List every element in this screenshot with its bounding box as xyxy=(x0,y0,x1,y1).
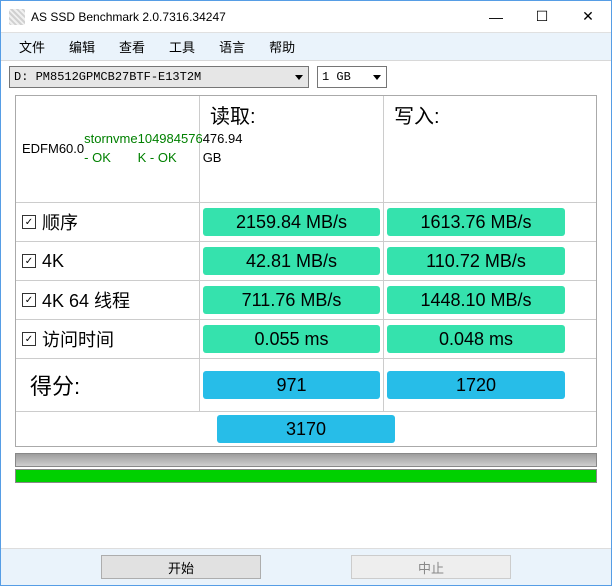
progress-bar-1 xyxy=(15,453,597,467)
access-checkbox[interactable]: ✓ xyxy=(22,332,36,346)
row-total: 3170 xyxy=(16,412,596,446)
row-seq: ✓ 顺序 2159.84 MB/s 1613.76 MB/s xyxy=(16,203,596,242)
seq-checkbox[interactable]: ✓ xyxy=(22,215,36,229)
seq-write: 1613.76 MB/s xyxy=(387,208,565,236)
size-select[interactable]: 1 GB xyxy=(317,66,387,88)
check-icon: ✓ xyxy=(25,295,33,306)
alignment-status: 104984576 K - OK xyxy=(138,130,203,168)
score-total: 3170 xyxy=(217,415,395,443)
app-icon xyxy=(9,9,25,25)
header-read: 读取: xyxy=(200,96,384,202)
menu-file[interactable]: 文件 xyxy=(7,34,57,59)
row-4k: ✓ 4K 42.81 MB/s 110.72 MB/s xyxy=(16,242,596,281)
minimize-button[interactable]: — xyxy=(473,2,519,32)
firmware: EDFM60.0 xyxy=(22,140,84,159)
progress-bar-2 xyxy=(15,469,597,483)
menu-language[interactable]: 语言 xyxy=(207,34,257,59)
app-window: AS SSD Benchmark 2.0.7316.34247 — ☐ ✕ 文件… xyxy=(0,0,612,586)
toolbar: D: PM8512GPMCB27BTF-E13T2M 1 GB xyxy=(1,61,611,93)
menu-view[interactable]: 查看 xyxy=(107,34,157,59)
check-icon: ✓ xyxy=(25,217,33,228)
menubar: 文件 编辑 查看 工具 语言 帮助 xyxy=(1,33,611,61)
score-label: 得分: xyxy=(22,363,88,407)
menu-tools[interactable]: 工具 xyxy=(157,34,207,59)
driver-status: stornvme - OK xyxy=(84,130,137,168)
fourk64-write: 1448.10 MB/s xyxy=(387,286,565,314)
row-access: ✓ 访问时间 0.055 ms 0.048 ms xyxy=(16,320,596,359)
check-icon: ✓ xyxy=(25,334,33,345)
fourk-label: 4K xyxy=(42,251,64,272)
fourk64-read: 711.76 MB/s xyxy=(203,286,380,314)
access-label: 访问时间 xyxy=(42,326,114,352)
close-button[interactable]: ✕ xyxy=(565,2,611,32)
size-select-value: 1 GB xyxy=(322,70,351,84)
drive-select-value: D: PM8512GPMCB27BTF-E13T2M xyxy=(14,70,201,84)
drive-info: PM8512GPMCB27BTF EDFM60.0 stornvme - OK … xyxy=(16,96,200,202)
maximize-button[interactable]: ☐ xyxy=(519,2,565,32)
titlebar: AS SSD Benchmark 2.0.7316.34247 — ☐ ✕ xyxy=(1,1,611,33)
row-score: 得分: 971 1720 xyxy=(16,359,596,412)
drive-select[interactable]: D: PM8512GPMCB27BTF-E13T2M xyxy=(9,66,309,88)
access-read: 0.055 ms xyxy=(203,325,380,353)
fourk-checkbox[interactable]: ✓ xyxy=(22,254,36,268)
fourk64-checkbox[interactable]: ✓ xyxy=(22,293,36,307)
results-panel: PM8512GPMCB27BTF EDFM60.0 stornvme - OK … xyxy=(1,93,611,447)
seq-read: 2159.84 MB/s xyxy=(203,208,380,236)
seq-label: 顺序 xyxy=(42,209,78,235)
fourk64-label: 4K 64 线程 xyxy=(42,287,130,313)
start-button[interactable]: 开始 xyxy=(101,555,261,579)
window-title: AS SSD Benchmark 2.0.7316.34247 xyxy=(31,10,473,24)
fourk-write: 110.72 MB/s xyxy=(387,247,565,275)
menu-edit[interactable]: 编辑 xyxy=(57,34,107,59)
header-write: 写入: xyxy=(384,96,568,202)
results-grid: PM8512GPMCB27BTF EDFM60.0 stornvme - OK … xyxy=(15,95,597,447)
check-icon: ✓ xyxy=(25,256,33,267)
menu-help[interactable]: 帮助 xyxy=(257,34,307,59)
bottom-bar: 开始 中止 xyxy=(1,548,611,585)
score-write: 1720 xyxy=(387,371,565,399)
row-4k64: ✓ 4K 64 线程 711.76 MB/s 1448.10 MB/s xyxy=(16,281,596,320)
fourk-read: 42.81 MB/s xyxy=(203,247,380,275)
abort-button: 中止 xyxy=(351,555,511,579)
score-read: 971 xyxy=(203,371,380,399)
access-write: 0.048 ms xyxy=(387,325,565,353)
